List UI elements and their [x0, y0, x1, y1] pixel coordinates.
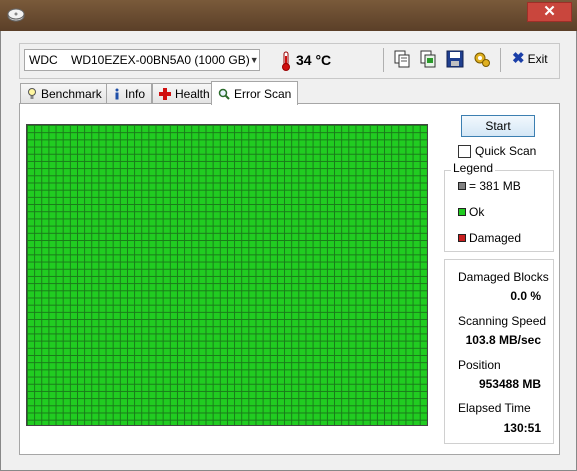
tab-label: Benchmark [41, 87, 102, 101]
position-value: 953488 MB [478, 377, 541, 391]
copy-icon[interactable] [392, 49, 412, 69]
legend-label: Damaged [469, 231, 522, 245]
quick-scan-checkbox[interactable]: Quick Scan [458, 144, 536, 158]
lightbulb-icon [28, 88, 36, 99]
stats-group [444, 259, 554, 444]
legend-item-damaged: Damaged [458, 231, 521, 245]
magnifier-icon [218, 88, 230, 100]
tab-benchmark[interactable]: Benchmark [20, 83, 109, 104]
chevron-down-icon: ▼ [249, 55, 259, 65]
legend-label: = 381 MB [469, 179, 521, 193]
damaged-blocks-value: 0.0 % [510, 289, 541, 303]
tab-error-scan[interactable]: Error Scan [211, 81, 299, 105]
health-cross-icon [159, 88, 171, 100]
legend-item-ok: Ok [458, 205, 484, 219]
title-bar: ✕ [0, 0, 577, 31]
quick-scan-label: Quick Scan [475, 144, 537, 158]
thermometer-icon [282, 51, 290, 71]
options-icon[interactable] [472, 49, 492, 69]
scanning-speed-value: 103.8 MB/sec [465, 333, 541, 347]
exit-button[interactable]: ✖ Exit [512, 51, 548, 66]
tab-health[interactable]: Health [152, 83, 217, 104]
tab-label: Health [175, 87, 210, 101]
green-swatch [458, 208, 466, 216]
red-swatch [458, 234, 466, 242]
toolbar-separator [383, 48, 384, 72]
legend-label: Ok [469, 205, 485, 219]
scanning-speed-label: Scanning Speed [458, 314, 547, 328]
tab-label: Info [125, 87, 146, 101]
legend-item-block-size: = 381 MB [458, 179, 521, 193]
tab-label: Error Scan [234, 86, 292, 101]
damaged-blocks-label: Damaged Blocks [458, 270, 549, 284]
copy-all-icon[interactable] [418, 49, 438, 69]
app-icon [7, 8, 25, 22]
elapsed-time-label: Elapsed Time [458, 401, 531, 415]
start-button[interactable]: Start [461, 115, 535, 137]
temperature-value: 34 °C [296, 52, 332, 68]
save-icon[interactable] [445, 49, 465, 69]
close-button[interactable]: ✕ [527, 2, 572, 22]
legend-title: Legend [451, 161, 496, 175]
drive-select[interactable]: WDC WD10EZEX-00BN5A0 (1000 GB) ▼ [24, 49, 260, 71]
toolbar-separator [500, 48, 501, 72]
position-label: Position [458, 358, 501, 372]
checkbox-box[interactable] [458, 144, 471, 158]
exit-label: Exit [527, 51, 548, 66]
scan-block-grid [26, 124, 428, 426]
tab-info[interactable]: Info [106, 83, 153, 104]
info-icon [115, 88, 119, 100]
elapsed-time-value: 130:51 [503, 421, 541, 435]
exit-icon: ✖ [512, 50, 525, 67]
gray-swatch [458, 182, 466, 190]
drive-select-value: WDC WD10EZEX-00BN5A0 (1000 GB) [29, 53, 250, 67]
